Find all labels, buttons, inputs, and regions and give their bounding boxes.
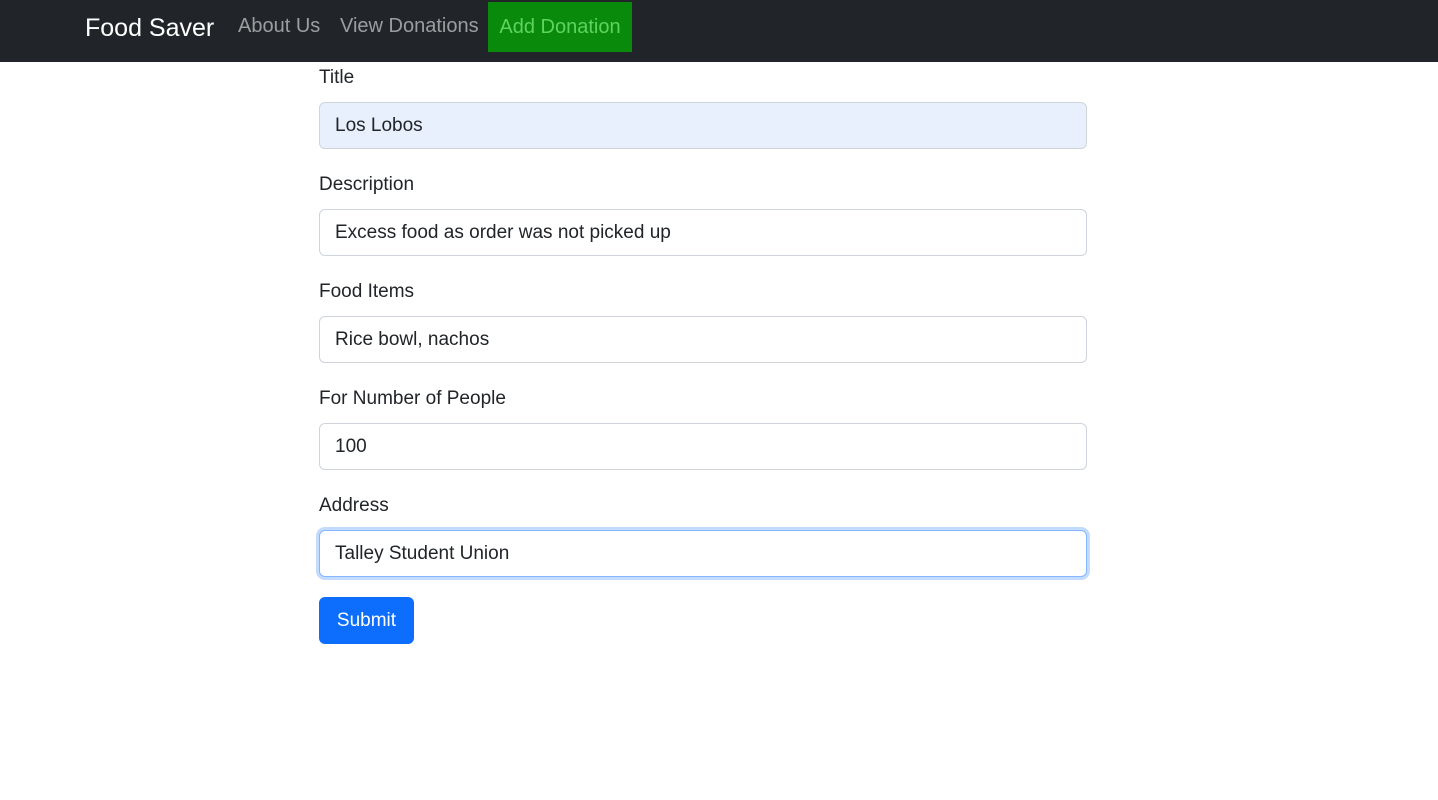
description-input[interactable] bbox=[319, 209, 1087, 256]
food-items-label: Food Items bbox=[319, 281, 415, 302]
brand-link[interactable]: Food Saver bbox=[85, 12, 214, 44]
title-label: Title bbox=[319, 67, 355, 88]
top-navbar: Food Saver About Us View Donations Add D… bbox=[0, 0, 1438, 62]
submit-button[interactable]: Submit bbox=[319, 597, 414, 644]
nav-about-us[interactable]: About Us bbox=[238, 0, 320, 52]
nav-add-donation[interactable]: Add Donation bbox=[488, 2, 632, 52]
title-input[interactable] bbox=[319, 102, 1087, 149]
address-input[interactable] bbox=[319, 530, 1087, 577]
people-input[interactable] bbox=[319, 423, 1087, 470]
food-items-input[interactable] bbox=[319, 316, 1087, 363]
nav-view-donations[interactable]: View Donations bbox=[340, 0, 479, 52]
address-label: Address bbox=[319, 495, 389, 516]
description-label: Description bbox=[319, 174, 415, 195]
people-label: For Number of People bbox=[319, 388, 506, 409]
